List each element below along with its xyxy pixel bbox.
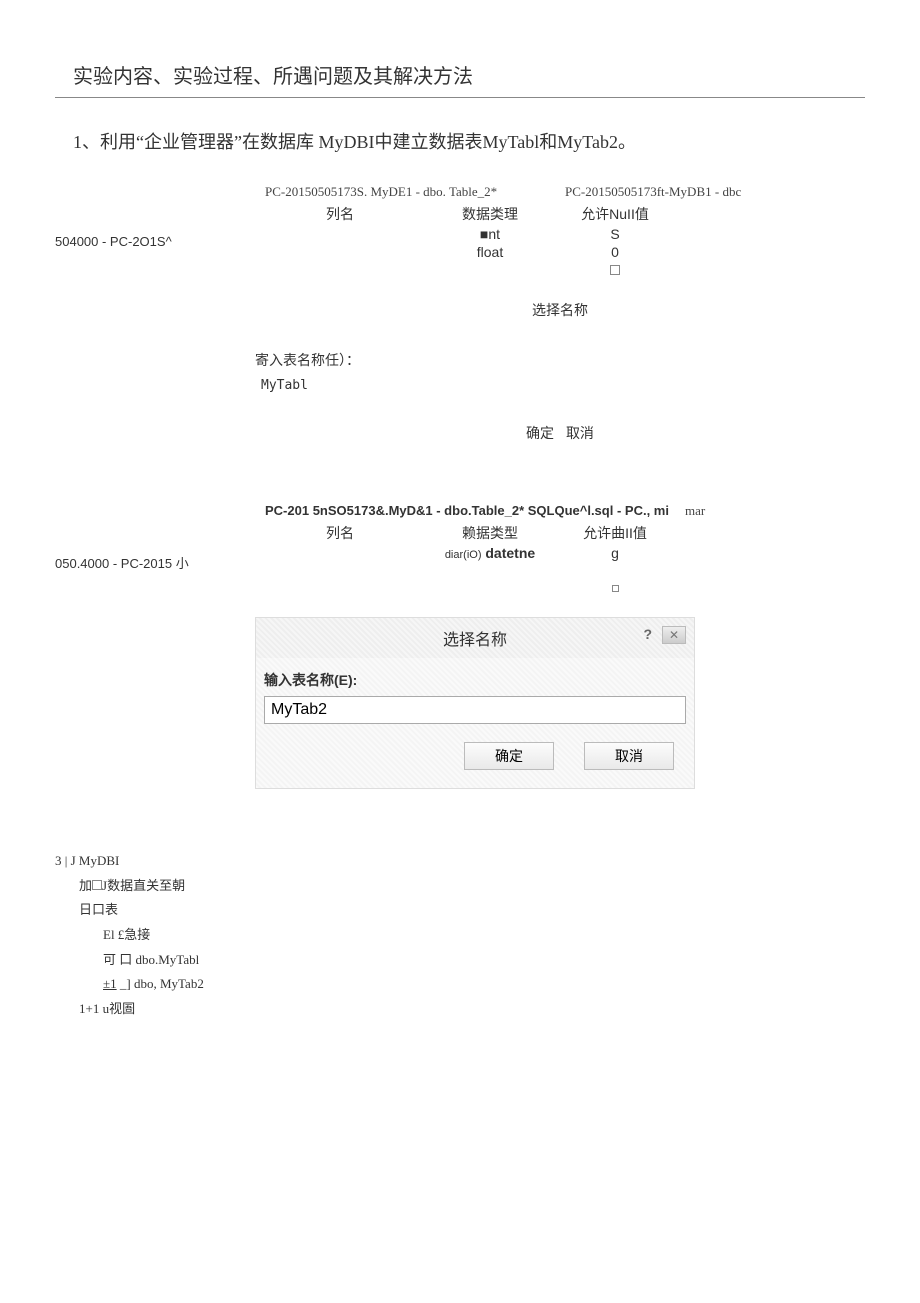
dialog-label-1: 寄入表名称任）： xyxy=(255,350,865,370)
cell-type-1b: float xyxy=(415,244,565,260)
tree-node-systables: El £急接 xyxy=(55,923,865,948)
tab-paths-1: PC-20150505173S. MyDE1 - dbo. Table_2* P… xyxy=(265,184,865,200)
tab-path-2a: PC-201 5nSO5173&.MyD&1 - dbo.Table_2* SQ… xyxy=(265,503,685,519)
tree-node-mytab2: ±1 _] dbo, MyTab2 xyxy=(55,972,865,997)
th-allownull-2: 允许曲II值 xyxy=(565,523,665,543)
cell-null-2a: g xyxy=(565,545,665,561)
tree-n2a: 加 xyxy=(79,878,92,893)
checkbox-icon xyxy=(612,585,619,592)
connection-label-1: 504000 - PC-2O1S^ xyxy=(55,184,255,249)
th-colname-2: 列名 xyxy=(265,523,415,543)
object-tree: 3 | J MyDBI 加 J数据直关至朝 日口表 El £急接 可 口 dbo.… xyxy=(55,849,865,1022)
dialog-title-1: 选择名称 xyxy=(255,300,865,320)
cell-type-2a2: datetne xyxy=(485,545,535,561)
table-row: ■nt S xyxy=(265,226,865,242)
cell-type-1a: ■nt xyxy=(415,226,565,242)
tree-node-views: 1+1 u视圄 xyxy=(55,997,865,1022)
tree-n6b: _] dbo, MyTab2 xyxy=(117,976,204,991)
checkbox-icon xyxy=(610,265,620,275)
tab-path-1a: PC-20150505173S. MyDE1 - dbo. Table_2* xyxy=(265,184,565,200)
table-header-1: 列名 数据类理 允许NuII值 xyxy=(265,204,865,224)
th-datatype-2: 赖据类型 xyxy=(415,523,565,543)
dialog-value-1: MyTabl xyxy=(261,378,865,393)
table-header-2: 列名 赖据类型 允许曲II值 xyxy=(265,523,865,543)
connection-label-2: 050.4000 - PC-2015 小 xyxy=(55,503,255,572)
tab-paths-2: PC-201 5nSO5173&.MyD&1 - dbo.Table_2* SQ… xyxy=(265,503,865,519)
name-dialog-2: 选择名称 ? ✕ 输入表名称(E): 确定 取消 xyxy=(255,617,695,789)
cell-null-1a: S xyxy=(565,226,665,242)
table-row: float 0 xyxy=(265,244,865,260)
checkbox-icon xyxy=(92,880,102,890)
th-allownull-1: 允许NuII值 xyxy=(565,204,665,224)
dialog-titlebar-2: 选择名称 ? ✕ xyxy=(256,618,694,658)
step-1-content: 1、利用“企业管理器”在数据库 MyDBI中建立数据表MyTabl和MyTab2… xyxy=(73,132,636,152)
cancel-button[interactable]: 取消 xyxy=(584,742,674,770)
ok-button[interactable]: 确定 xyxy=(464,742,554,770)
tree-node-tables: 日口表 xyxy=(55,898,865,923)
step-1-text: 1、利用“企业管理器”在数据库 MyDBI中建立数据表MyTabl和MyTab2… xyxy=(55,128,865,154)
table-name-input[interactable] xyxy=(264,696,686,724)
section-mytab2: 050.4000 - PC-2015 小 PC-201 5nSO5173&.My… xyxy=(55,503,865,789)
cell-null-1b: 0 xyxy=(565,244,665,260)
cell-type-2a1: diar(iO) xyxy=(445,549,482,561)
help-icon[interactable]: ? xyxy=(639,626,656,644)
close-icon[interactable]: ✕ xyxy=(662,626,686,644)
section-mytab1: 504000 - PC-2O1S^ PC-20150505173S. MyDE1… xyxy=(55,184,865,443)
cancel-button-1-text[interactable]: 取消 xyxy=(566,425,594,441)
tree-node-mytabl: 可 口 dbo.MyTabl xyxy=(55,948,865,973)
table-row: diar(iO) datetne g xyxy=(265,545,865,561)
name-dialog-1: 选择名称 寄入表名称任）： MyTabl 确定 取消 xyxy=(255,300,865,443)
table-row xyxy=(265,262,865,278)
th-datatype-1: 数据类理 xyxy=(415,204,565,224)
tree-node-diagram: 加 J数据直关至朝 xyxy=(55,874,865,899)
ok-button-1-text[interactable]: 确定 xyxy=(526,425,554,441)
th-colname-1: 列名 xyxy=(265,204,415,224)
tree-node-db: 3 | J MyDBI xyxy=(55,849,865,874)
tab-path-1b: PC-20150505173ft-MyDB1 - dbc xyxy=(565,184,865,200)
table-row xyxy=(265,579,865,595)
section-heading: 实验内容、实验过程、所遇问题及其解决方法 xyxy=(55,60,865,98)
tree-n2b: J数据直关至朝 xyxy=(102,878,185,893)
tree-n6a: ±1 xyxy=(103,976,117,991)
tab-path-2b: mar xyxy=(685,503,745,519)
dialog-title-2: 选择名称 xyxy=(443,626,507,650)
dialog-label-2: 输入表名称(E): xyxy=(264,672,357,688)
